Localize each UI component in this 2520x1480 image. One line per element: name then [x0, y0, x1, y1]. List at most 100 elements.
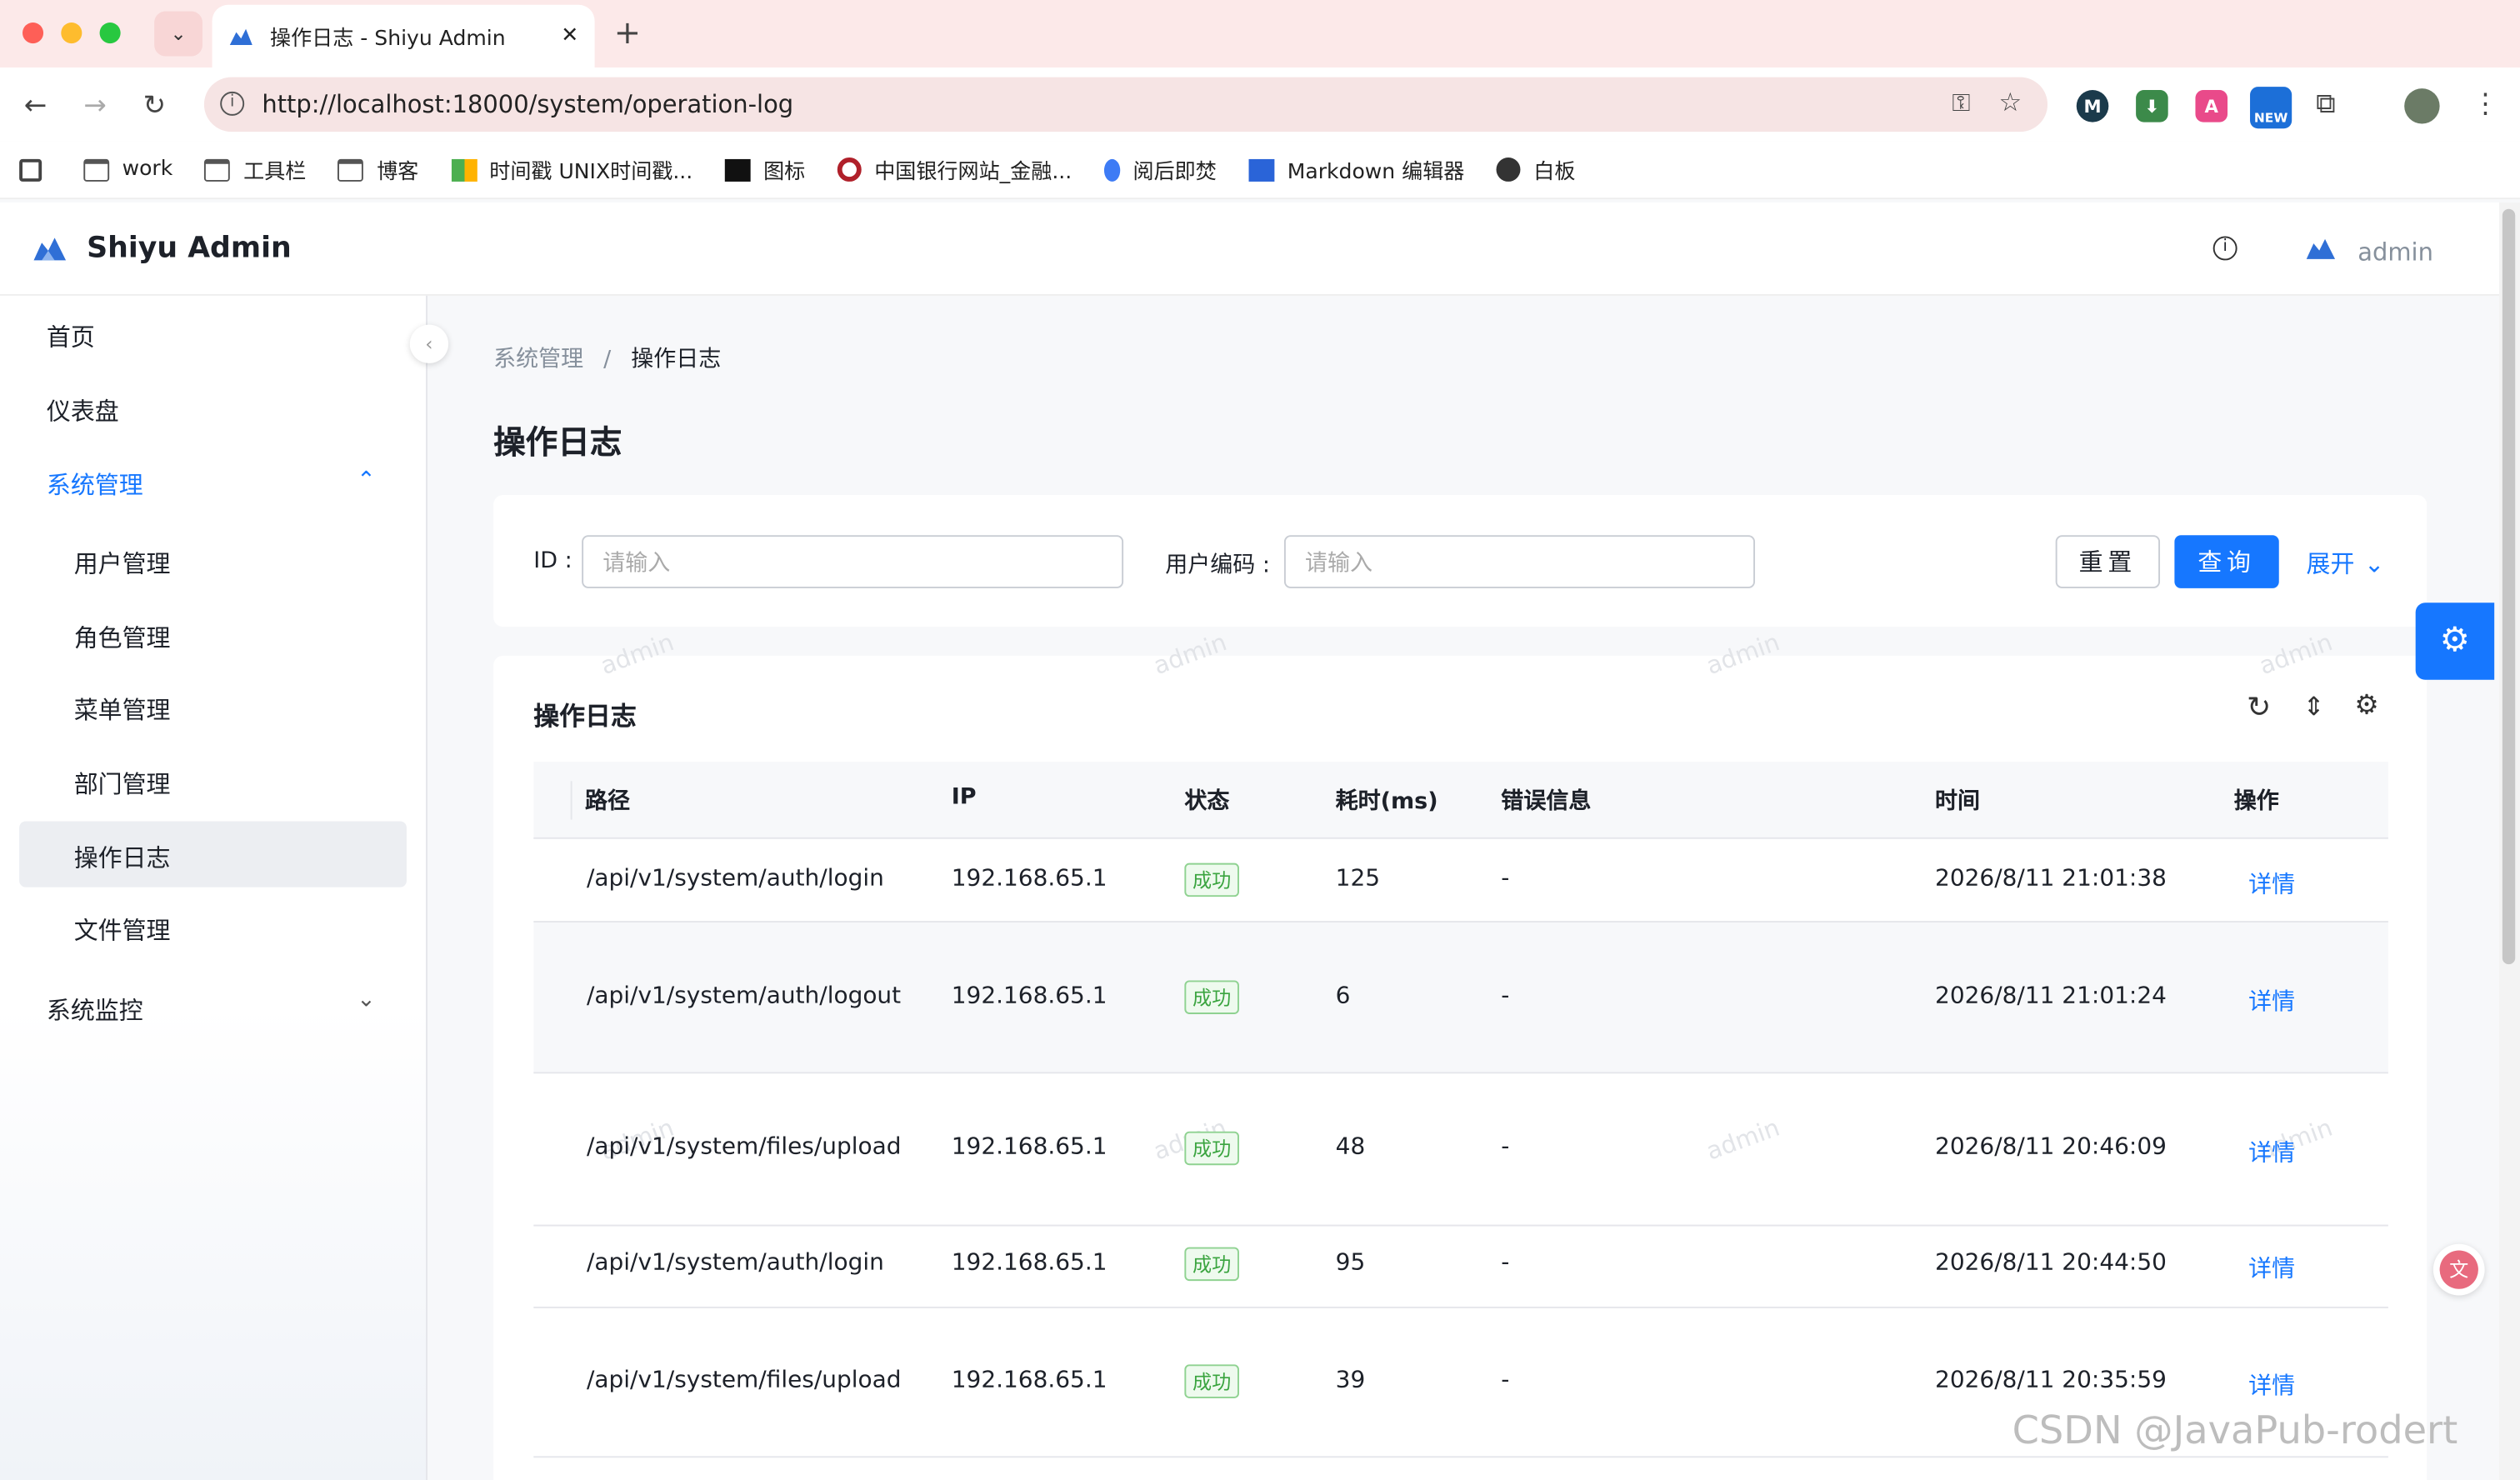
- bookmark-star-icon[interactable]: ☆: [1999, 87, 2022, 118]
- col-status: 状态: [1184, 788, 1230, 815]
- query-button[interactable]: 查询: [2174, 535, 2279, 588]
- tab-search-button[interactable]: ⌄: [154, 11, 203, 57]
- cell-time: 2026/8/11 21:01:24: [1935, 983, 2167, 1010]
- refresh-icon[interactable]: ↻: [2247, 691, 2271, 725]
- back-button[interactable]: ←: [24, 90, 47, 122]
- detail-link[interactable]: 详情: [2248, 1368, 2295, 1402]
- page-title: 操作日志: [493, 422, 622, 462]
- close-window-button[interactable]: [22, 22, 44, 44]
- translate-float-button[interactable]: 文: [2432, 1243, 2485, 1296]
- site-info-icon[interactable]: i: [220, 91, 245, 116]
- scrollbar-thumb[interactable]: [2502, 208, 2516, 965]
- cell-duration: 48: [1335, 1134, 1366, 1161]
- sidebar-item-users[interactable]: 用户管理: [74, 547, 171, 581]
- sidebar-item-roles[interactable]: 角色管理: [74, 620, 171, 654]
- password-key-icon[interactable]: ⚿: [1952, 88, 1970, 118]
- cell-duration: 125: [1335, 866, 1381, 892]
- col-error: 错误信息: [1501, 788, 1592, 815]
- column-settings-icon[interactable]: ⚙: [2354, 689, 2378, 722]
- forward-button[interactable]: →: [83, 90, 106, 122]
- extension-translate-icon[interactable]: A: [2195, 90, 2228, 122]
- new-tab-button[interactable]: +: [614, 12, 641, 51]
- user-name[interactable]: admin: [2358, 238, 2433, 267]
- bookmark-blog[interactable]: 博客: [338, 154, 418, 185]
- sidebar-item-monitor[interactable]: 系统监控: [47, 993, 143, 1028]
- row-divider: [533, 1072, 2388, 1074]
- browser-menu-icon[interactable]: ⋮: [2472, 88, 2499, 121]
- cell-error: -: [1501, 1368, 1510, 1394]
- id-input[interactable]: 请输入: [582, 535, 1124, 588]
- bookmark-timestamp[interactable]: 时间戳 UNIX时间戳...: [450, 154, 692, 185]
- cell-duration: 95: [1335, 1250, 1366, 1277]
- user-avatar[interactable]: [2303, 237, 2338, 262]
- breadcrumb: 系统管理 / 操作日志: [493, 342, 721, 375]
- row-divider: [533, 1456, 2388, 1458]
- chevron-down-icon[interactable]: ⌄: [357, 987, 376, 1012]
- a-logo-icon: [724, 158, 751, 181]
- detail-link[interactable]: 详情: [2248, 1135, 2295, 1169]
- bookmark-work[interactable]: work: [83, 158, 172, 182]
- shiyu-logo-icon: [229, 28, 252, 45]
- cell-time: 2026/8/11 21:01:38: [1935, 866, 2167, 892]
- reset-button[interactable]: 重置: [2055, 535, 2161, 588]
- csdn-watermark: CSDN @JavaPub-rodert: [2012, 1408, 2458, 1453]
- sidebar-item-files[interactable]: 文件管理: [74, 912, 171, 947]
- col-path: 路径: [585, 788, 631, 815]
- reload-button[interactable]: ↻: [143, 90, 166, 122]
- browser-tab[interactable]: 操作日志 - Shiyu Admin ✕: [212, 4, 595, 68]
- profile-avatar[interactable]: [2404, 88, 2440, 124]
- breadcrumb-current: 操作日志: [631, 347, 722, 373]
- density-icon[interactable]: ⇕: [2303, 691, 2325, 722]
- sidebar-item-home[interactable]: 首页: [47, 320, 95, 354]
- detail-link[interactable]: 详情: [2248, 983, 2295, 1018]
- cell-error: -: [1501, 1250, 1510, 1277]
- sidebar-item-menus[interactable]: 菜单管理: [74, 692, 171, 727]
- detail-link[interactable]: 详情: [2248, 1250, 2295, 1284]
- cell-path: /api/v1/system/auth/login: [586, 866, 884, 892]
- collapse-sidebar-button[interactable]: ‹: [409, 324, 449, 363]
- sidebar-item-dashboard[interactable]: 仪表盘: [47, 394, 119, 428]
- bookmark-bank[interactable]: 中国银行网站_金融...: [837, 154, 1072, 185]
- usercode-label: 用户编码 :: [1165, 552, 1270, 579]
- col-ip: IP: [951, 784, 977, 811]
- flame-icon: [1103, 158, 1121, 181]
- translate-icon: 文: [2439, 1250, 2478, 1289]
- bookmark-icons[interactable]: 图标: [724, 154, 805, 185]
- sidebar-item-system[interactable]: 系统管理: [47, 468, 143, 502]
- cell-time: 2026/8/11 20:46:09: [1935, 1134, 2167, 1161]
- puzzle-icon: [450, 158, 477, 181]
- close-tab-icon[interactable]: ✕: [561, 24, 578, 48]
- col-duration: 耗时(ms): [1335, 788, 1438, 815]
- bookmark-burn[interactable]: 阅后即焚: [1103, 154, 1217, 185]
- bookmark-markdown[interactable]: Markdown 编辑器: [1248, 154, 1464, 185]
- sidebar-item-departments[interactable]: 部门管理: [74, 767, 171, 801]
- folder-icon: [338, 158, 364, 181]
- bookmark-whiteboard[interactable]: 白板: [1496, 154, 1575, 185]
- cell-duration: 6: [1335, 983, 1351, 1010]
- minimize-window-button[interactable]: [61, 22, 82, 44]
- apps-grid-icon[interactable]: [19, 158, 42, 181]
- detail-link[interactable]: 详情: [2248, 867, 2295, 901]
- settings-drawer-button[interactable]: ⚙: [2415, 602, 2495, 680]
- chevron-up-icon[interactable]: ⌃: [357, 468, 376, 493]
- col-action: 操作: [2233, 788, 2279, 815]
- cell-ip: 192.168.65.1: [951, 1368, 1108, 1394]
- address-bar[interactable]: i http://localhost:18000/system/operatio…: [203, 77, 2048, 132]
- tab-title: 操作日志 - Shiyu Admin: [270, 27, 506, 52]
- breadcrumb-parent[interactable]: 系统管理: [493, 348, 583, 373]
- shiyu-logo-icon: [33, 238, 67, 261]
- sidebar-item-operation-log[interactable]: 操作日志: [74, 841, 171, 875]
- cell-path: /api/v1/system/auth/logout: [586, 983, 902, 1010]
- usercode-input[interactable]: 请输入: [1283, 535, 1756, 588]
- extension-m-icon[interactable]: M: [2076, 90, 2109, 122]
- extensions-puzzle-icon[interactable]: ⧉: [2316, 88, 2335, 121]
- info-icon[interactable]: i: [2212, 236, 2238, 261]
- status-badge: 成功: [1184, 1364, 1239, 1398]
- extension-download-icon[interactable]: ⬇: [2136, 90, 2168, 122]
- bookmark-toolbar[interactable]: 工具栏: [204, 154, 306, 185]
- id-label: ID :: [533, 548, 572, 574]
- cell-time: 2026/8/11 20:35:59: [1935, 1368, 2167, 1394]
- expand-toggle[interactable]: 展开 ⌄: [2307, 547, 2385, 581]
- maximize-window-button[interactable]: [99, 22, 121, 44]
- extension-new-badge[interactable]: NEW: [2250, 87, 2292, 129]
